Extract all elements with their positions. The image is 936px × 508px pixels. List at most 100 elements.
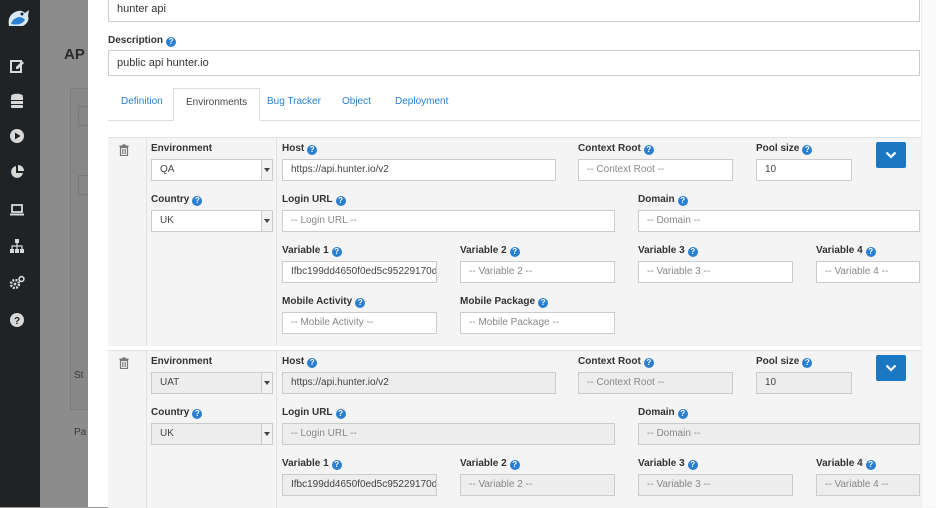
help-icon[interactable]: ? xyxy=(307,145,318,155)
help-icon[interactable]: ? xyxy=(802,358,813,368)
help-icon[interactable]: ? xyxy=(335,409,346,419)
context-root-label: Context Root? xyxy=(578,356,654,368)
help-icon[interactable]: ? xyxy=(307,358,318,368)
pool-size-input[interactable]: 10 xyxy=(756,159,852,181)
domain-label: Domain? xyxy=(638,194,688,206)
help-icon[interactable]: ? xyxy=(166,37,177,47)
help-icon[interactable]: ? xyxy=(192,409,203,419)
edit-icon[interactable] xyxy=(9,58,25,74)
trash-icon[interactable] xyxy=(118,357,130,369)
help-icon[interactable]: ? xyxy=(643,358,654,368)
environment-value: QA xyxy=(160,164,175,175)
environment-row: Environment UAT Country? UK Host? https:… xyxy=(108,350,936,508)
login-url-input[interactable]: -- Login URL -- xyxy=(282,423,615,445)
chevron-down-icon xyxy=(885,151,897,159)
chevron-down-icon xyxy=(885,364,897,372)
variable1-label: Variable 1? xyxy=(282,245,342,257)
variable3-label: Variable 3? xyxy=(638,458,698,470)
help-icon[interactable]: ? xyxy=(802,145,813,155)
help-icon[interactable]: ? xyxy=(538,298,549,308)
help-icon[interactable]: ? xyxy=(687,460,698,470)
api-name-input[interactable]: hunter api xyxy=(108,0,920,22)
expand-button[interactable] xyxy=(876,142,906,168)
chevron-down-icon xyxy=(261,211,272,231)
help-icon[interactable]: ? xyxy=(865,460,876,470)
play-icon[interactable] xyxy=(9,128,25,144)
context-root-label: Context Root? xyxy=(578,143,654,155)
login-url-label: Login URL? xyxy=(282,194,346,206)
country-select[interactable]: UK xyxy=(151,210,273,232)
help-icon[interactable]: ? xyxy=(677,196,688,206)
pie-chart-icon[interactable] xyxy=(9,164,25,180)
environment-label: Environment xyxy=(151,356,213,367)
host-input[interactable]: https://api.hunter.io/v2 xyxy=(282,159,556,181)
variable2-input[interactable]: -- Variable 2 -- xyxy=(460,474,615,496)
host-input[interactable]: https://api.hunter.io/v2 xyxy=(282,372,556,394)
help-icon[interactable]: ? xyxy=(331,247,342,257)
sitemap-icon[interactable] xyxy=(9,238,25,254)
variable3-label: Variable 3? xyxy=(638,245,698,257)
help-icon[interactable]: ? xyxy=(355,298,366,308)
environment-value: UAT xyxy=(160,377,180,388)
environment-select[interactable]: QA xyxy=(151,159,273,181)
variable3-input[interactable]: -- Variable 3 -- xyxy=(638,474,793,496)
country-value: UK xyxy=(160,215,174,226)
variable1-input[interactable]: Ifbc199dd4650f0ed5c95229170dd xyxy=(282,261,437,283)
mobile-package-label: Mobile Package? xyxy=(460,296,549,308)
svg-text:?: ? xyxy=(14,316,20,327)
tab-definition[interactable]: Definition xyxy=(121,88,163,120)
logo-icon[interactable] xyxy=(3,4,33,34)
mobile-activity-label: Mobile Activity? xyxy=(282,296,366,308)
variable4-input[interactable]: -- Variable 4 -- xyxy=(816,261,920,283)
chevron-down-icon xyxy=(261,373,272,393)
help-icon[interactable]: ? xyxy=(509,247,520,257)
help-icon[interactable]: ? xyxy=(509,460,520,470)
pool-size-label: Pool size? xyxy=(756,356,813,368)
variable2-label: Variable 2? xyxy=(460,245,520,257)
host-label: Host? xyxy=(282,143,318,155)
help-icon[interactable]: ? xyxy=(335,196,346,206)
help-icon[interactable]: ? xyxy=(677,409,688,419)
variable4-label: Variable 4? xyxy=(816,458,876,470)
country-value: UK xyxy=(160,428,174,439)
help-icon[interactable]: ? xyxy=(865,247,876,257)
mobile-package-input[interactable]: -- Mobile Package -- xyxy=(460,312,615,334)
country-label: Country? xyxy=(151,407,203,419)
variable4-input[interactable]: -- Variable 4 -- xyxy=(816,474,920,496)
environment-select[interactable]: UAT xyxy=(151,372,273,394)
mobile-activity-input[interactable]: -- Mobile Activity -- xyxy=(282,312,437,334)
tab-bar: Definition Environments Bug Tracker Obje… xyxy=(108,88,920,121)
domain-input[interactable]: -- Domain -- xyxy=(638,423,920,445)
laptop-icon[interactable] xyxy=(9,202,25,218)
pool-size-input[interactable]: 10 xyxy=(756,372,852,394)
variable4-label: Variable 4? xyxy=(816,245,876,257)
description-input[interactable]: public api hunter.io xyxy=(108,50,920,76)
variable3-input[interactable]: -- Variable 3 -- xyxy=(638,261,793,283)
variable2-input[interactable]: -- Variable 2 -- xyxy=(460,261,615,283)
modal-scrollbar[interactable] xyxy=(921,0,936,507)
tab-deployment[interactable]: Deployment xyxy=(395,88,448,120)
help-icon[interactable]: ? xyxy=(331,460,342,470)
cogs-icon[interactable] xyxy=(9,275,25,291)
background-title: AP xyxy=(64,46,85,63)
login-url-input[interactable]: -- Login URL -- xyxy=(282,210,615,232)
tab-environments[interactable]: Environments xyxy=(173,88,261,121)
trash-icon[interactable] xyxy=(118,144,130,156)
help-icon[interactable]: ? xyxy=(192,196,203,206)
description-label: Description? xyxy=(108,35,177,47)
expand-button[interactable] xyxy=(876,355,906,381)
context-root-input[interactable]: -- Context Root -- xyxy=(578,159,733,181)
chevron-down-icon xyxy=(261,160,272,180)
country-select[interactable]: UK xyxy=(151,423,273,445)
login-url-label: Login URL? xyxy=(282,407,346,419)
domain-input[interactable]: -- Domain -- xyxy=(638,210,920,232)
context-root-input[interactable]: -- Context Root -- xyxy=(578,372,733,394)
chevron-down-icon xyxy=(261,424,272,444)
tab-bug-tracker[interactable]: Bug Tracker xyxy=(267,88,321,120)
variable1-input[interactable]: Ifbc199dd4650f0ed5c95229170dd xyxy=(282,474,437,496)
help-icon[interactable]: ? xyxy=(9,312,25,328)
help-icon[interactable]: ? xyxy=(643,145,654,155)
database-icon[interactable] xyxy=(9,93,25,109)
tab-object[interactable]: Object xyxy=(342,88,371,120)
help-icon[interactable]: ? xyxy=(687,247,698,257)
